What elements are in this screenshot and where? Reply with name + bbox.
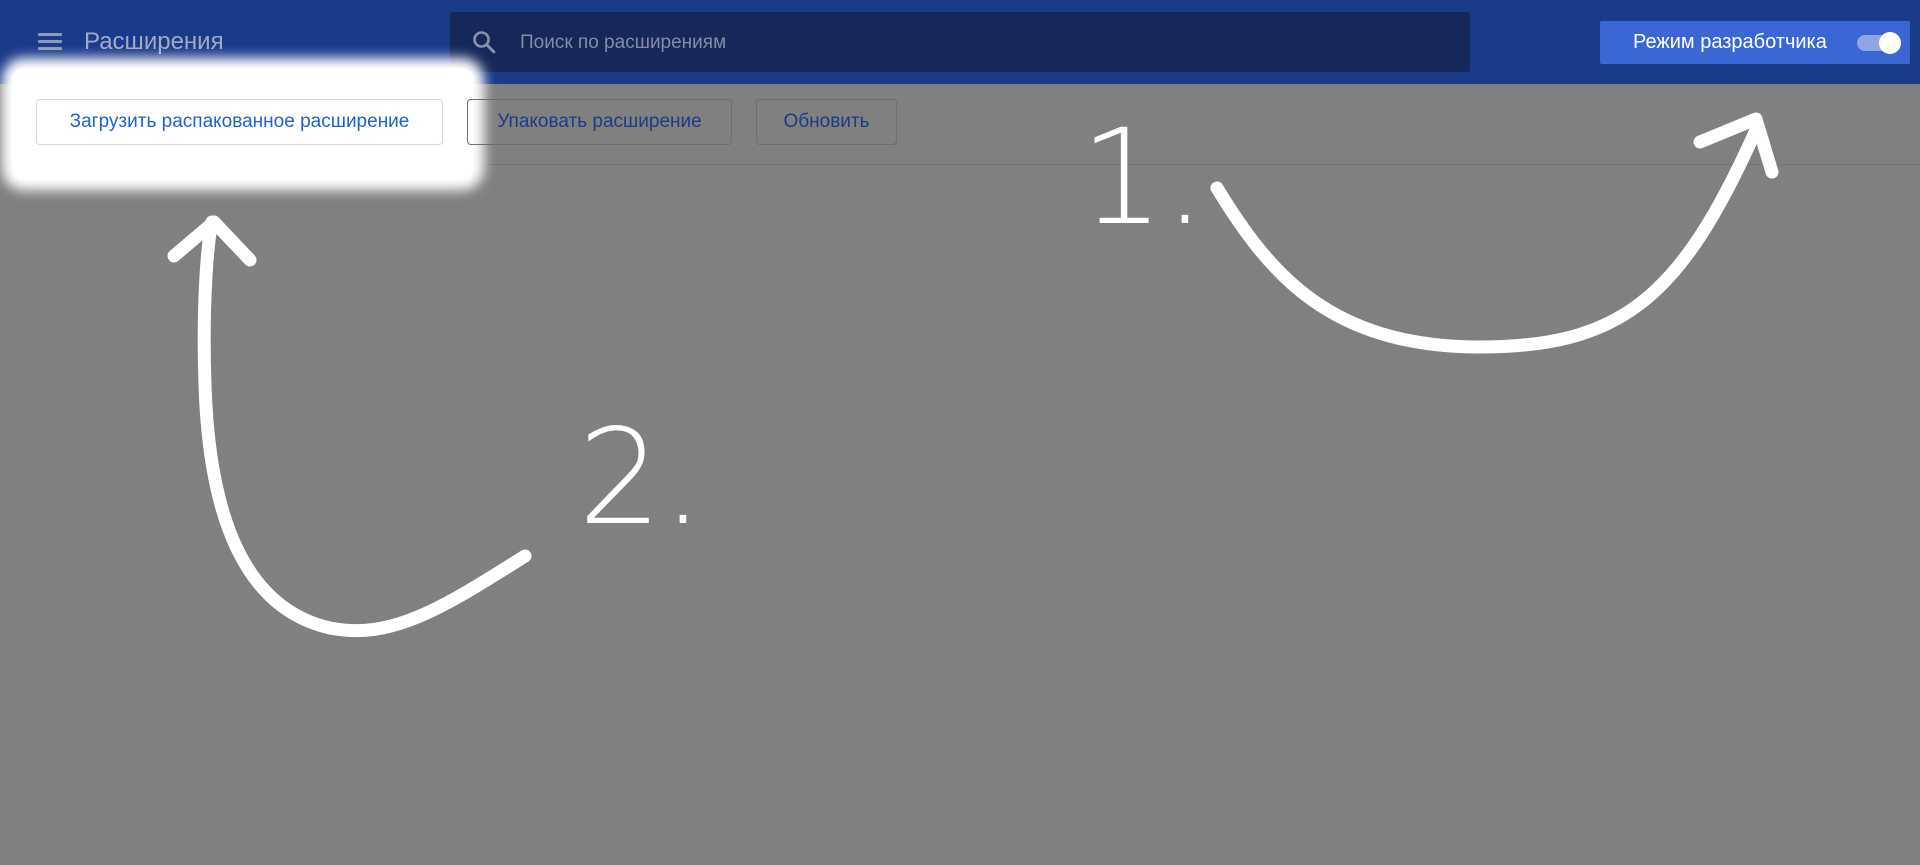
annotation-arrows xyxy=(167,112,1779,638)
step-1-label: 1. xyxy=(1080,101,1206,255)
arrow-to-developer-mode xyxy=(1210,123,1763,354)
arrow-to-load-unpacked xyxy=(197,215,532,638)
step-2-label: 2. xyxy=(578,401,704,555)
